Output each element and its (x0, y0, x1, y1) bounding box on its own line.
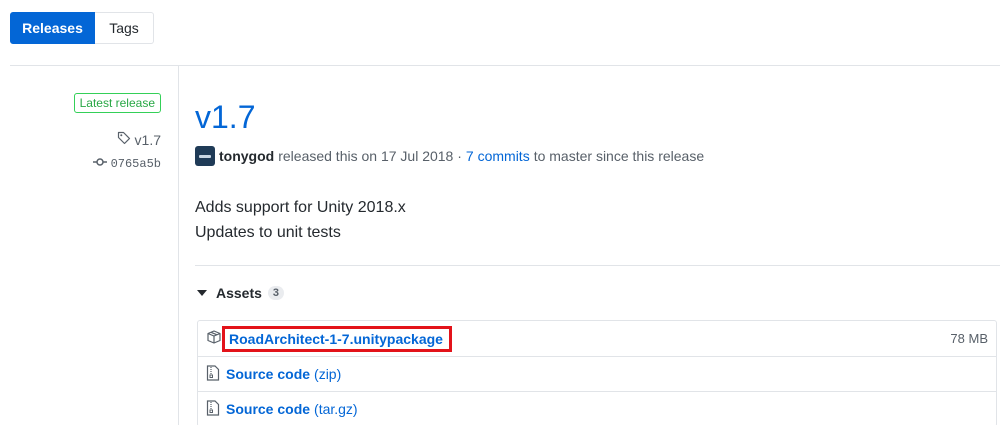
release-byline: tonygod released this on 17 Jul 2018 · 7… (195, 146, 704, 166)
highlight-box: RoadArchitect-1-7.unitypackage (222, 325, 452, 352)
avatar[interactable] (195, 146, 215, 166)
released-text: released this on 17 Jul 2018 · (278, 148, 462, 164)
tag-link[interactable]: v1.7 (117, 131, 161, 148)
assets-count-badge: 3 (267, 286, 285, 300)
latest-release-badge: Latest release (73, 93, 161, 113)
caret-down-icon (197, 290, 207, 296)
commits-link[interactable]: 7 commits (466, 148, 530, 164)
meta-divider (178, 66, 179, 425)
asset-row: RoadArchitect-1-7.unitypackage 78 MB (198, 321, 996, 356)
asset-size: 78 MB (950, 331, 988, 346)
source-targz-link[interactable]: Source code (226, 401, 310, 417)
top-divider (10, 65, 1000, 66)
author-link[interactable]: tonygod (219, 148, 274, 164)
since-text: to master since this release (533, 148, 705, 164)
release-note-line: Updates to unit tests (195, 224, 341, 241)
tag-icon (117, 131, 135, 148)
assets-label: Assets (216, 285, 262, 301)
git-commit-icon (92, 157, 111, 171)
source-zip-format: (zip) (314, 366, 342, 382)
asset-list: RoadArchitect-1-7.unitypackage 78 MB Sou… (197, 320, 997, 425)
release-tabs: Releases Tags (10, 12, 154, 44)
commit-link[interactable]: 0765a5b (92, 157, 161, 171)
asset-row: Source code (tar.gz) (198, 391, 996, 425)
asset-row: Source code (zip) (198, 356, 996, 391)
release-title[interactable]: v1.7 (195, 97, 255, 137)
commit-sha: 0765a5b (110, 157, 161, 171)
file-zip-icon (206, 364, 226, 384)
assets-toggle[interactable]: Assets 3 (197, 285, 285, 301)
tab-tags[interactable]: Tags (95, 12, 154, 44)
tab-releases[interactable]: Releases (10, 12, 95, 44)
release-notes: Adds support for Unity 2018.x Updates to… (195, 195, 406, 245)
source-zip-link[interactable]: Source code (226, 366, 310, 382)
tag-name: v1.7 (134, 131, 161, 148)
file-zip-icon (206, 399, 226, 419)
release-note-line: Adds support for Unity 2018.x (195, 199, 406, 216)
source-targz-format: (tar.gz) (314, 401, 358, 417)
assets-divider (195, 265, 1000, 266)
asset-download-link[interactable]: RoadArchitect-1-7.unitypackage (229, 331, 443, 347)
